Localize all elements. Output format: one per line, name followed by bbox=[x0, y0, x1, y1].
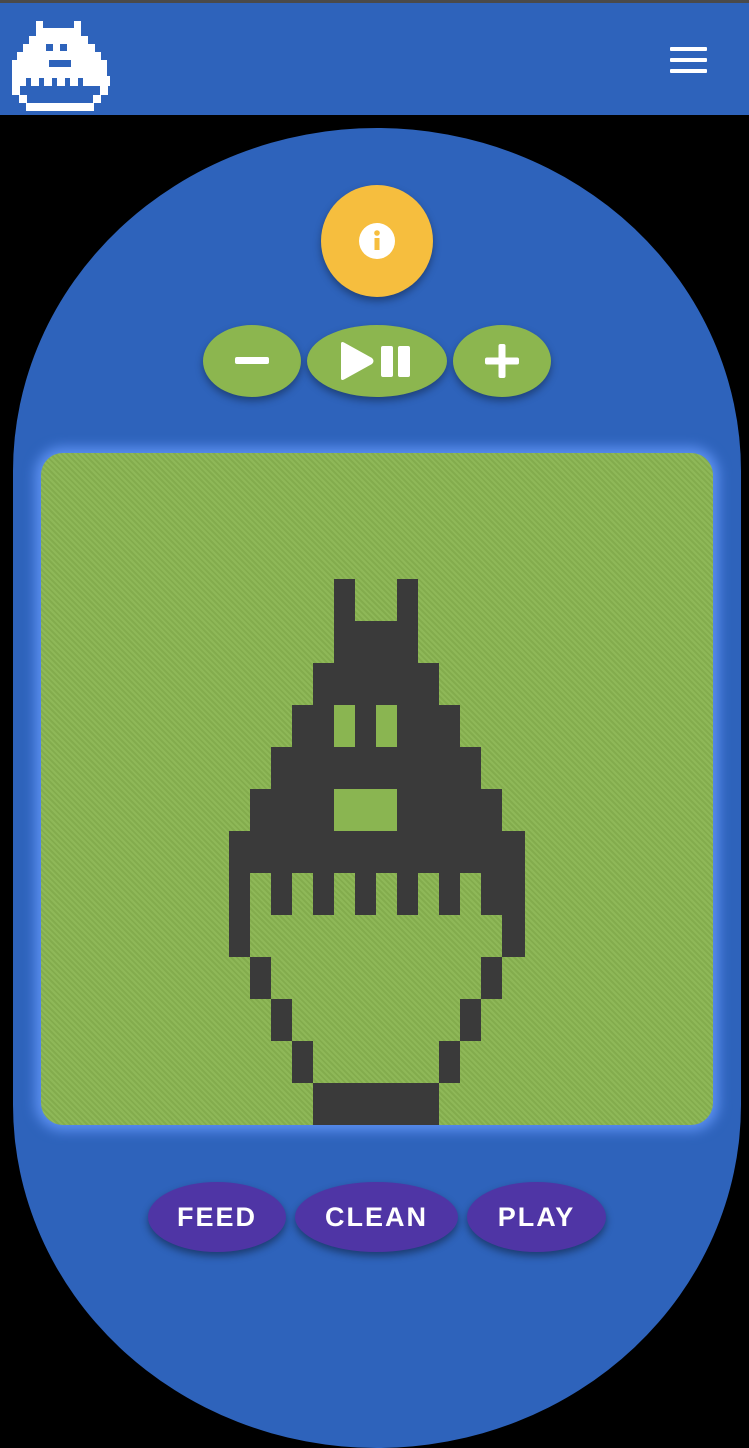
minus-button[interactable] bbox=[203, 325, 301, 397]
pet-screen bbox=[41, 453, 713, 1125]
play-pause-button[interactable] bbox=[307, 325, 447, 397]
info-icon bbox=[359, 223, 395, 259]
hamburger-menu-icon[interactable] bbox=[664, 43, 714, 83]
info-button[interactable] bbox=[321, 185, 433, 297]
pixel-creature-logo-icon[interactable] bbox=[12, 21, 110, 111]
pixel-pet-sprite bbox=[229, 579, 525, 1125]
app-header bbox=[0, 3, 749, 115]
clean-button[interactable]: CLEAN bbox=[295, 1182, 458, 1252]
plus-button[interactable] bbox=[453, 325, 551, 397]
play-pause-icon bbox=[341, 342, 410, 380]
play-button[interactable]: PLAY bbox=[467, 1182, 606, 1252]
minus-icon bbox=[235, 357, 269, 364]
plus-icon bbox=[485, 344, 519, 378]
feed-button[interactable]: FEED bbox=[148, 1182, 286, 1252]
